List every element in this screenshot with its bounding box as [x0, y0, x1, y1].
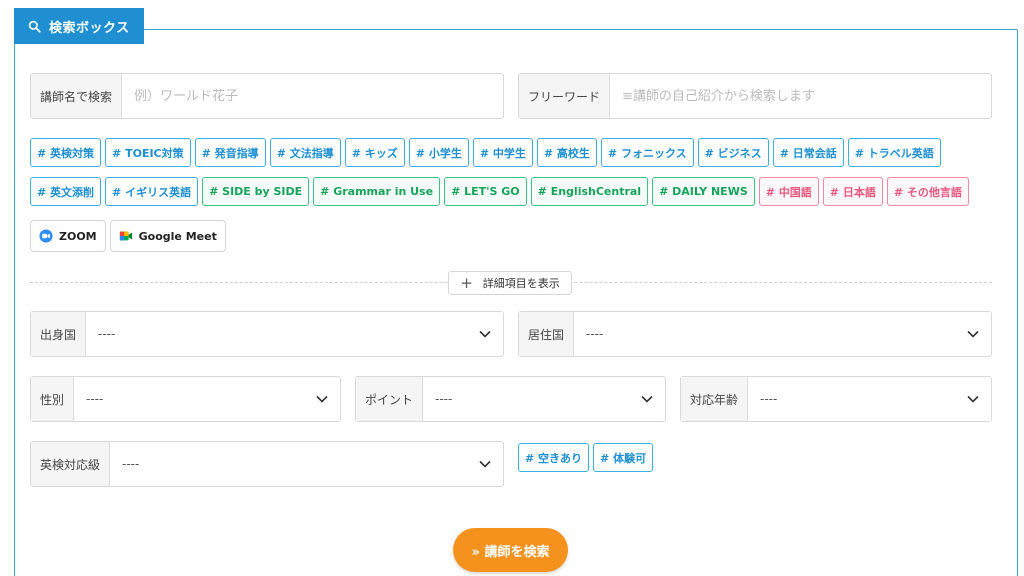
- gender-value: ----: [86, 392, 104, 406]
- teacher-name-input[interactable]: [122, 74, 503, 118]
- plus-icon: +: [460, 273, 473, 292]
- tag-row-2: # 英文添削 # イギリス英語 # SIDE by SIDE # Grammar in…: [30, 177, 969, 206]
- free-word-field: フリーワード: [518, 73, 992, 119]
- tag-button[interactable]: # フォニックス: [600, 138, 694, 167]
- show-details-label: 詳細項目を表示: [482, 277, 560, 290]
- tag-button[interactable]: # 小学生: [408, 138, 469, 167]
- search-teachers-label: » 講師を検索: [471, 544, 550, 560]
- tag-button[interactable]: # 英検対策: [30, 138, 102, 167]
- teacher-name-label: 講師名で検索: [31, 74, 123, 118]
- age-label: 対応年齢: [681, 377, 749, 421]
- search-box-title: 検索ボックス: [49, 20, 130, 36]
- residence-label: 居住国: [519, 312, 575, 356]
- points-label: ポイント: [356, 377, 424, 421]
- tag-button[interactable]: # 発音指導: [194, 138, 266, 167]
- gender-label: 性別: [31, 377, 75, 421]
- chevron-down-icon: [479, 330, 491, 338]
- birth-country-field: 出身国 ----: [30, 311, 504, 357]
- chevron-down-icon: [479, 460, 491, 468]
- eiken-select[interactable]: ----: [110, 442, 503, 486]
- zoom-label: ZOOM: [59, 229, 97, 243]
- tag-button[interactable]: # 中学生: [472, 138, 533, 167]
- tag-button[interactable]: # 日常会話: [772, 138, 844, 167]
- chevron-down-icon: [641, 395, 653, 403]
- search-teachers-button[interactable]: » 講師を検索: [453, 528, 568, 572]
- tag-button[interactable]: # Grammar in Use: [313, 177, 441, 206]
- tag-button[interactable]: # 高校生: [536, 138, 597, 167]
- google-meet-label: Google Meet: [138, 229, 217, 243]
- tag-button[interactable]: # DAILY NEWS: [652, 177, 755, 206]
- birth-country-value: ----: [98, 327, 116, 341]
- tag-button[interactable]: # SIDE by SIDE: [202, 177, 310, 206]
- zoom-filter-button[interactable]: ZOOM: [30, 220, 106, 252]
- residence-field: 居住国 ----: [518, 311, 992, 357]
- chevron-down-icon: [967, 330, 979, 338]
- tag-button[interactable]: # 日本語: [822, 177, 883, 206]
- show-details-button[interactable]: + 詳細項目を表示: [448, 271, 572, 295]
- age-value: ----: [760, 392, 778, 406]
- eiken-label: 英検対応級: [31, 442, 111, 486]
- points-value: ----: [435, 392, 453, 406]
- gender-select[interactable]: ----: [74, 377, 340, 421]
- tag-button[interactable]: # 英文添削: [30, 177, 102, 206]
- tool-row: ZOOM Google Meet: [30, 220, 226, 252]
- eiken-field: 英検対応級 ----: [30, 441, 504, 487]
- gender-field: 性別 ----: [30, 376, 341, 422]
- teacher-name-field: 講師名で検索: [30, 73, 504, 119]
- search-icon: [28, 20, 41, 33]
- tag-row-availability: # 空きあり # 体験可: [518, 443, 654, 472]
- chevron-down-icon: [316, 395, 328, 403]
- tag-button[interactable]: # LET'S GO: [444, 177, 527, 206]
- age-select[interactable]: ----: [748, 377, 991, 421]
- google-meet-icon: [119, 231, 132, 241]
- tag-button[interactable]: # キッズ: [344, 138, 405, 167]
- residence-select[interactable]: ----: [574, 312, 991, 356]
- points-select[interactable]: ----: [423, 377, 665, 421]
- tag-button[interactable]: # その他言語: [886, 177, 969, 206]
- tag-row-1: # 英検対策 # TOEIC対策 # 発音指導 # 文法指導 # キッズ # 小学生 # 中…: [30, 138, 941, 167]
- tag-button[interactable]: # 空きあり: [518, 443, 590, 472]
- tag-button[interactable]: # トラベル英語: [847, 138, 941, 167]
- tag-button[interactable]: # 中国語: [758, 177, 819, 206]
- google-meet-filter-button[interactable]: Google Meet: [109, 220, 226, 252]
- free-word-input[interactable]: [610, 74, 991, 118]
- points-field: ポイント ----: [355, 376, 666, 422]
- chevron-down-icon: [967, 395, 979, 403]
- tag-button[interactable]: # 文法指導: [269, 138, 341, 167]
- birth-country-label: 出身国: [31, 312, 87, 356]
- free-word-label: フリーワード: [519, 74, 611, 118]
- eiken-value: ----: [122, 457, 140, 471]
- zoom-icon: [39, 229, 53, 243]
- tag-button[interactable]: # イギリス英語: [105, 177, 199, 206]
- tag-button[interactable]: # TOEIC対策: [105, 138, 191, 167]
- tag-button[interactable]: # ビジネス: [697, 138, 769, 167]
- birth-country-select[interactable]: ----: [86, 312, 503, 356]
- tag-button[interactable]: # EnglishCentral: [530, 177, 649, 206]
- tag-button[interactable]: # 体験可: [593, 443, 654, 472]
- search-box-tab: 検索ボックス: [14, 8, 144, 44]
- residence-value: ----: [586, 327, 604, 341]
- age-field: 対応年齢 ----: [680, 376, 992, 422]
